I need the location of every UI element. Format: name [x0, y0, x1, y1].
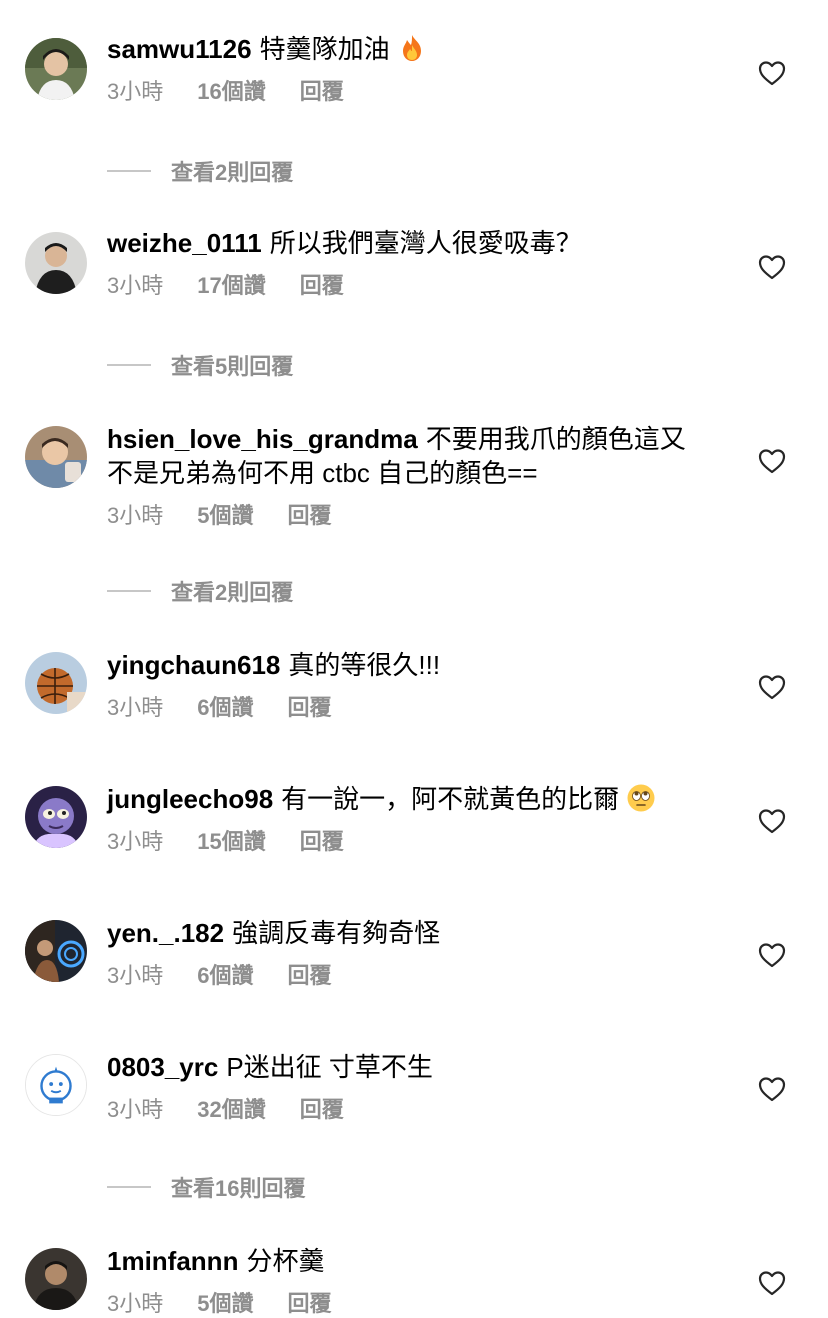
comment-text: samwu1126 特羹隊加油	[107, 32, 727, 66]
username[interactable]: 1minfannn	[107, 1246, 238, 1276]
reply-button[interactable]: 回覆	[300, 272, 344, 300]
heart-outline-icon[interactable]	[758, 254, 786, 280]
avatar[interactable]	[25, 1248, 87, 1310]
timestamp: 3小時	[107, 829, 164, 854]
comment-text: jungleecho98 有一說一，阿不就黃色的比爾	[107, 782, 727, 816]
timestamp: 3小時	[107, 273, 164, 298]
heart-outline-icon[interactable]	[758, 942, 786, 968]
comment-text: yingchaun618 真的等很久!!!	[107, 648, 727, 682]
heart-outline-icon[interactable]	[758, 674, 786, 700]
comment-meta: 3小時 32個讚 回覆	[107, 1096, 727, 1124]
like-count[interactable]: 6個讚	[197, 962, 253, 990]
avatar[interactable]	[25, 232, 87, 294]
timestamp: 3小時	[107, 79, 164, 104]
comment-body: 所以我們臺灣人很愛吸毒？	[269, 228, 582, 258]
view-replies-button[interactable]: 查看2則回覆	[107, 156, 293, 186]
username[interactable]: samwu1126	[107, 34, 252, 64]
comment-body: 分杯羹	[246, 1246, 325, 1276]
replies-divider	[107, 364, 151, 366]
view-replies-button[interactable]: 查看5則回覆	[107, 350, 293, 380]
timestamp: 3小時	[107, 1097, 164, 1122]
heart-outline-icon[interactable]	[758, 1270, 786, 1296]
view-replies-button[interactable]: 查看16則回覆	[107, 1172, 305, 1202]
comment-meta: 3小時 6個讚 回覆	[107, 694, 727, 722]
comment-text: yen._.182 強調反毒有夠奇怪	[107, 916, 727, 950]
heart-outline-icon[interactable]	[758, 448, 786, 474]
comment-body: 特羹隊加油	[259, 34, 390, 64]
comment-body: 真的等很久!!!	[288, 650, 441, 680]
replies-divider	[107, 170, 151, 172]
like-count[interactable]: 5個讚	[197, 1290, 253, 1318]
view-replies-label[interactable]: 查看16則回覆	[171, 1171, 305, 1203]
timestamp: 3小時	[107, 695, 164, 720]
heart-outline-icon[interactable]	[758, 1076, 786, 1102]
like-count[interactable]: 6個讚	[197, 694, 253, 722]
username[interactable]: yen._.182	[107, 918, 224, 948]
comment-meta: 3小時 6個讚 回覆	[107, 962, 727, 990]
view-replies-label[interactable]: 查看2則回覆	[171, 155, 293, 187]
eye-roll-emoji	[627, 784, 655, 812]
heart-outline-icon[interactable]	[758, 60, 786, 86]
avatar[interactable]	[25, 786, 87, 848]
comment-text: weizhe_0111 所以我們臺灣人很愛吸毒？	[107, 226, 727, 260]
comment-text: 1minfannn 分杯羹	[107, 1244, 727, 1278]
replies-divider	[107, 590, 151, 592]
reply-button[interactable]: 回覆	[300, 1096, 344, 1124]
comment-meta: 3小時 15個讚 回覆	[107, 828, 727, 856]
comment-meta: 3小時 5個讚 回覆	[107, 502, 727, 530]
reply-button[interactable]: 回覆	[300, 78, 344, 106]
comment-meta: 3小時 17個讚 回覆	[107, 272, 727, 300]
like-count[interactable]: 5個讚	[197, 502, 253, 530]
username[interactable]: yingchaun618	[107, 650, 280, 680]
avatar[interactable]	[25, 426, 87, 488]
reply-button[interactable]: 回覆	[288, 502, 332, 530]
view-replies-button[interactable]: 查看2則回覆	[107, 576, 293, 606]
like-count[interactable]: 16個讚	[197, 78, 265, 106]
reply-button[interactable]: 回覆	[288, 962, 332, 990]
comment-text: hsien_love_his_grandma 不要用我爪的顏色這又不是兄弟為何不用…	[107, 422, 707, 490]
avatar[interactable]	[25, 652, 87, 714]
comment-text: 0803_yrc P迷出征 寸草不生	[107, 1050, 727, 1084]
avatar[interactable]	[25, 920, 87, 982]
comment-body: 強調反毒有夠奇怪	[232, 918, 441, 948]
like-count[interactable]: 32個讚	[197, 1096, 265, 1124]
like-count[interactable]: 15個讚	[197, 828, 265, 856]
avatar[interactable]	[25, 38, 87, 100]
username[interactable]: weizhe_0111	[107, 228, 262, 258]
avatar[interactable]	[25, 1054, 87, 1116]
comment-meta: 3小時 16個讚 回覆	[107, 78, 727, 106]
comment-body: P迷出征 寸草不生	[226, 1052, 433, 1082]
like-count[interactable]: 17個讚	[197, 272, 265, 300]
timestamp: 3小時	[107, 963, 164, 988]
reply-button[interactable]: 回覆	[288, 1290, 332, 1318]
replies-divider	[107, 1186, 151, 1188]
view-replies-label[interactable]: 查看2則回覆	[171, 575, 293, 607]
reply-button[interactable]: 回覆	[300, 828, 344, 856]
username[interactable]: 0803_yrc	[107, 1052, 218, 1082]
fire-emoji	[402, 35, 421, 61]
timestamp: 3小時	[107, 503, 164, 528]
comment-body: 有一說一，阿不就黃色的比爾	[281, 784, 620, 814]
comment-meta: 3小時 5個讚 回覆	[107, 1290, 727, 1318]
reply-button[interactable]: 回覆	[288, 694, 332, 722]
heart-outline-icon[interactable]	[758, 808, 786, 834]
view-replies-label[interactable]: 查看5則回覆	[171, 349, 293, 381]
timestamp: 3小時	[107, 1291, 164, 1316]
username[interactable]: jungleecho98	[107, 784, 273, 814]
username[interactable]: hsien_love_his_grandma	[107, 424, 418, 454]
